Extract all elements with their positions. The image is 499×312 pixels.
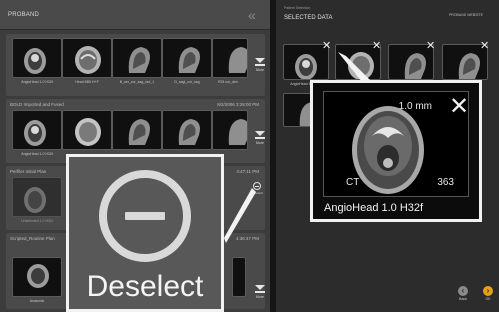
series-thumbnail[interactable] [112, 38, 162, 78]
chevron-bar [255, 64, 265, 66]
close-icon[interactable]: ✕ [322, 40, 331, 51]
head-ct-image [24, 187, 46, 213]
ok-label: OK [485, 297, 491, 301]
deselect-button-zoomed[interactable]: Deselect [66, 154, 224, 312]
chevron-down-icon [255, 131, 265, 136]
head-sagittal-image [228, 47, 247, 73]
series-thumbnail[interactable] [162, 110, 212, 150]
series-caption: Head MIN H+F [75, 80, 99, 84]
series-caption: ROI cor_dev [218, 80, 238, 84]
slice-thickness: 1.0 mm [398, 101, 432, 112]
chevron-down-icon [255, 58, 265, 63]
close-icon[interactable]: ✕ [426, 40, 435, 51]
modality: CT [346, 177, 360, 188]
ok-button[interactable]: › OK [480, 286, 496, 301]
more-button[interactable]: More [250, 281, 270, 301]
patient-selection-label: Patient Selection [284, 6, 311, 10]
series-caption: B_ser_cor_sag_rad_1 [119, 80, 155, 84]
chevron-right-icon: › [483, 286, 493, 296]
group-title: Perfiler Initial Plan [10, 169, 47, 174]
close-icon[interactable]: ✕ [372, 40, 381, 51]
more-button[interactable]: More [250, 54, 270, 74]
proband-link[interactable]: PROBAND WEBSITE [446, 13, 486, 18]
more-label: More [256, 141, 264, 145]
chevron-bar [255, 291, 265, 293]
series-thumbnail[interactable] [232, 257, 246, 297]
chevron-down-icon [255, 285, 265, 290]
close-icon[interactable]: ✕ [449, 94, 469, 118]
series-thumbnail[interactable] [12, 38, 62, 78]
more-label: More [256, 295, 264, 299]
proband-header: PROBAND « [0, 0, 270, 30]
series-caption: AngioHead 1.0 H32f [21, 80, 53, 84]
head-mri-image [75, 118, 101, 146]
head-mri-image [75, 46, 101, 74]
series-thumbnail[interactable] [12, 110, 62, 150]
close-icon[interactable]: ✕ [480, 40, 489, 51]
series-thumbnail[interactable] [112, 110, 162, 150]
minus-bar [255, 185, 259, 187]
head-sagittal-image [128, 119, 150, 145]
head-ct-image [24, 120, 46, 146]
group-title: Scripted_Routine Plan [10, 236, 55, 241]
head-sagittal-image [178, 47, 200, 73]
group-date: 8/2/2006 3:28:00 PM [217, 102, 259, 107]
series-thumbnail[interactable] [212, 38, 248, 78]
deselect-small-label: Deselect [251, 191, 263, 195]
more-button[interactable]: More [250, 127, 270, 147]
head-ct-image [27, 264, 49, 288]
series-thumbnail[interactable] [12, 257, 62, 297]
proband-title: PROBAND [8, 12, 40, 18]
back-label: Back [459, 297, 467, 301]
image-number: 363 [437, 177, 454, 188]
series-caption: Unselected 1.0 H32f [21, 219, 53, 223]
head-sagittal-image [128, 47, 150, 73]
series-caption: AngioHead 1.0 H32f [21, 152, 53, 156]
back-button[interactable]: ‹ Back [454, 286, 472, 301]
head-sagittal-image [228, 119, 247, 145]
deselect-button-small[interactable]: Deselect [250, 182, 264, 195]
group-date: 4:36:47 PM [235, 236, 259, 241]
series-name: AngioHead 1.0 H32f [324, 202, 424, 214]
chevron-bar [255, 137, 265, 139]
series-thumbnail[interactable] [162, 38, 212, 78]
group-date: 4:47:11 PM [236, 169, 259, 174]
head-ct-image [24, 48, 46, 74]
minus-bar [125, 212, 165, 220]
series-thumbnail[interactable] [12, 177, 62, 217]
ct-image-viewport: 1.0 mm CT 363 [323, 91, 469, 197]
chevron-left-icon: ‹ [458, 286, 468, 296]
series-thumbnail[interactable] [212, 110, 248, 150]
selected-image-zoomed[interactable]: 1.0 mm CT 363 ✕ AngioHead 1.0 H32f [310, 80, 482, 222]
series-caption: Anatomic [29, 299, 45, 303]
selected-data-title: SELECTED DATA [284, 15, 333, 21]
series-thumbnail[interactable] [62, 110, 112, 150]
double-chevron-left-icon[interactable]: « [248, 8, 264, 22]
series-thumbnail[interactable] [62, 38, 112, 78]
series-group-1: AngioHead 1.0 H32f Head MIN H+F B_ser_co… [6, 34, 265, 96]
deselect-label: Deselect [86, 270, 204, 303]
more-label: More [256, 68, 264, 72]
head-sagittal-image [178, 119, 200, 145]
group-title: BOLD Imported and Fused [10, 102, 64, 107]
minus-circle-icon [99, 170, 191, 262]
minus-circle-icon [253, 182, 261, 190]
